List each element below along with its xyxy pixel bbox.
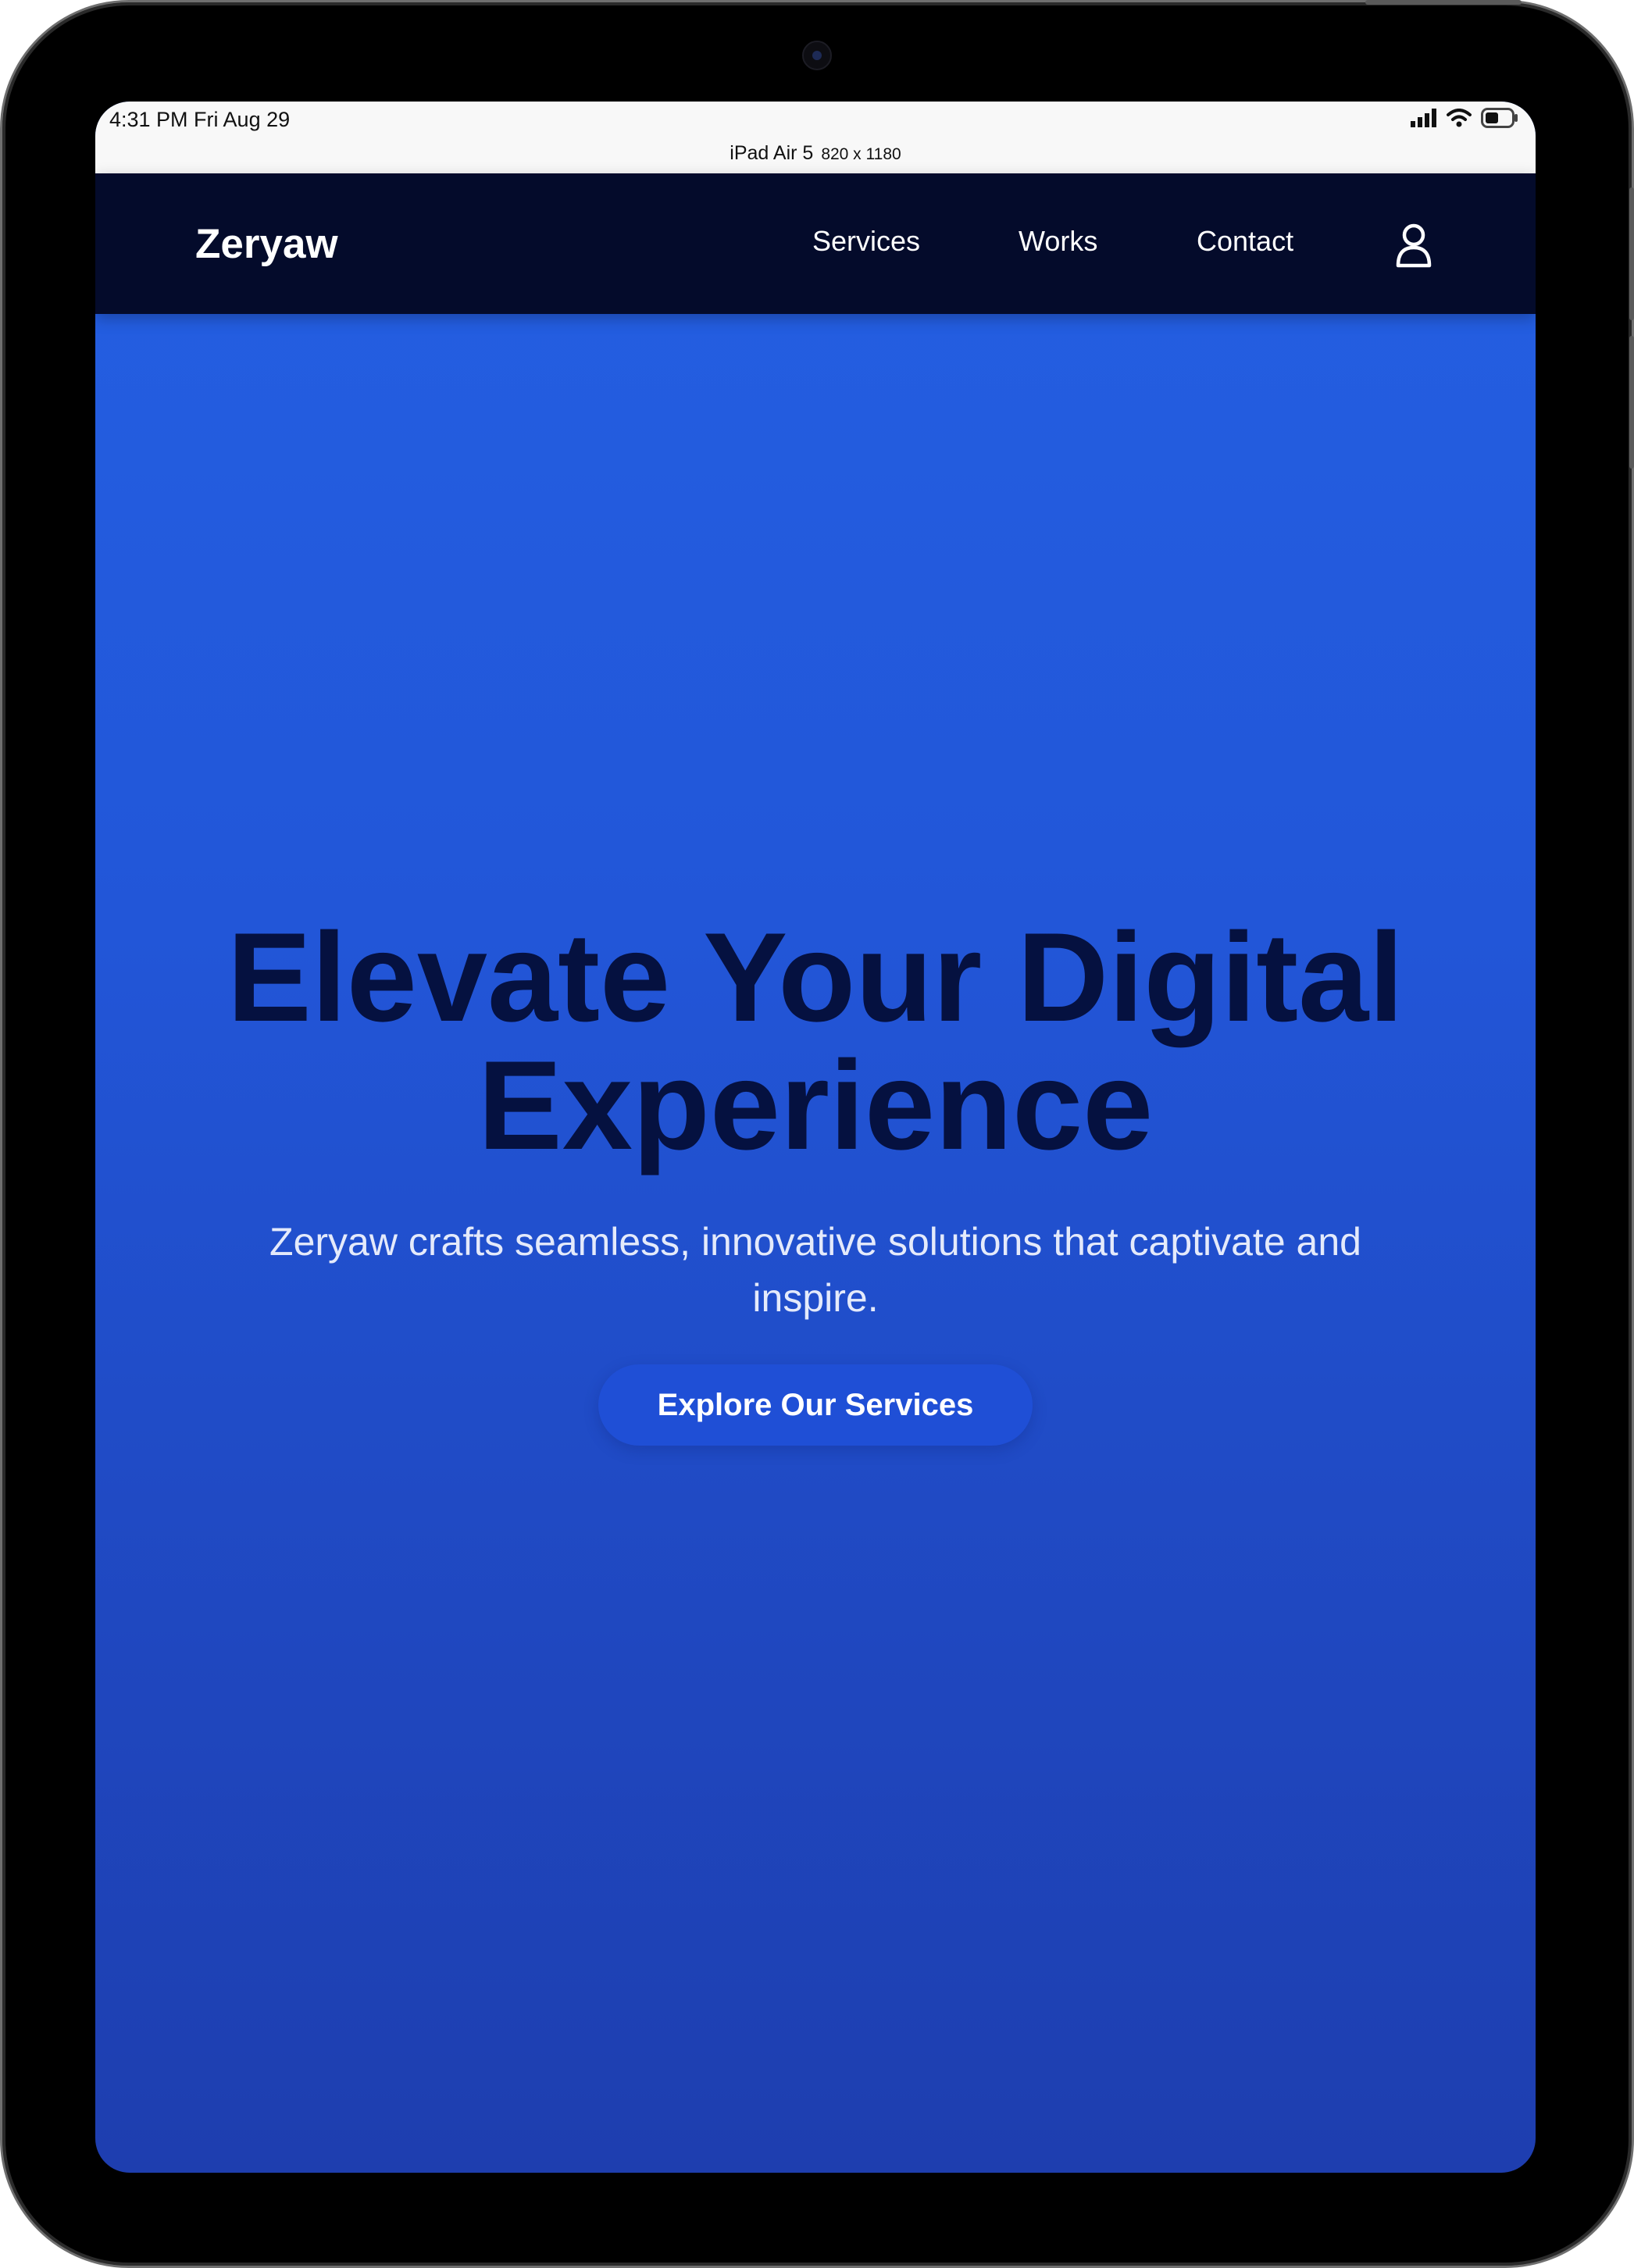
battery-icon	[1481, 108, 1518, 128]
nav-link-works[interactable]: Works	[1019, 225, 1097, 258]
device-name: iPad Air 5	[730, 142, 814, 164]
volume-up-button	[1629, 187, 1634, 320]
volume-down-button	[1629, 336, 1634, 469]
status-icons	[1411, 108, 1518, 128]
nav-link-contact[interactable]: Contact	[1197, 225, 1293, 258]
top-navbar: Zeryaw Services Works Contact	[95, 173, 1536, 314]
status-time: 4:31 PM Fri Aug 29	[109, 108, 291, 131]
brand-logo[interactable]: Zeryaw	[195, 220, 338, 268]
user-icon	[1396, 223, 1432, 268]
front-camera	[802, 41, 832, 70]
status-bar: 4:31 PM Fri Aug 29 iPad Air 5 820 x 1180	[95, 102, 1536, 175]
device-label: iPad Air 5 820 x 1180	[95, 142, 1536, 165]
account-button[interactable]	[1393, 222, 1435, 269]
cellular-signal-icon	[1411, 109, 1436, 127]
wifi-icon	[1447, 109, 1472, 127]
hero-title-line-1: Elevate Your Digital	[227, 907, 1404, 1048]
device-dims: 820 x 1180	[821, 145, 901, 163]
hero-subtitle: Zeryaw crafts seamless, innovative solut…	[269, 1220, 1361, 1320]
hero-title-line-2: Experience	[477, 1035, 1154, 1176]
camera-lens	[812, 51, 822, 60]
screen: 4:31 PM Fri Aug 29 iPad Air 5 820 x 1180	[95, 102, 1536, 2173]
device-frame: 4:31 PM Fri Aug 29 iPad Air 5 820 x 1180	[0, 0, 1634, 2268]
hero-title: Elevate Your Digital Experience	[95, 914, 1536, 1170]
top-hardware-button	[1365, 0, 1522, 5]
nav-link-services[interactable]: Services	[812, 225, 920, 258]
explore-services-button[interactable]: Explore Our Services	[598, 1364, 1033, 1446]
